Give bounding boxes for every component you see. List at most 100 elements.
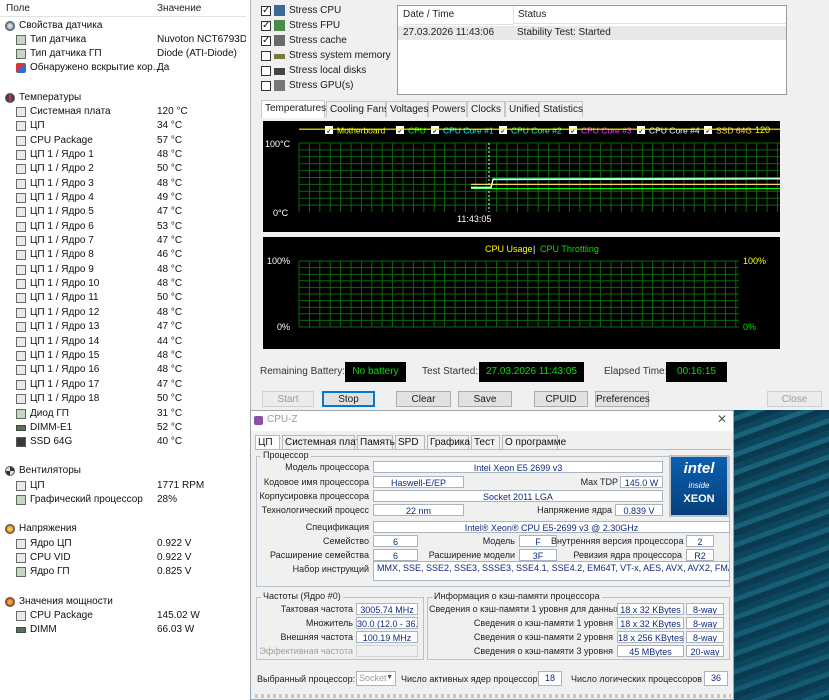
stress-checkbox[interactable] (261, 66, 271, 76)
legend-item[interactable]: ✓ CPU Core #1 (431, 126, 494, 136)
column-field-header[interactable]: Поле (6, 3, 30, 14)
sensor-row[interactable]: DIMM 66.03 W (0, 623, 246, 637)
voltage-icon (5, 524, 15, 534)
sensor-row[interactable]: Графический процессор 28% (0, 493, 246, 507)
sensor-row[interactable]: ЦП 1771 RPM (0, 479, 246, 493)
cpuz-tab[interactable]: Память (357, 435, 395, 449)
sensor-group-row[interactable]: Вентиляторы (0, 464, 246, 478)
clear-button[interactable]: Clear (396, 391, 451, 407)
sensor-row[interactable]: ЦП 1 / Ядро 14 44 °C (0, 335, 246, 349)
graph-tab[interactable]: Unified (505, 101, 540, 117)
sensor-row[interactable]: DIMM-E1 52 °C (0, 421, 246, 435)
sensor-row[interactable]: ЦП 1 / Ядро 11 50 °C (0, 291, 246, 305)
preferences-button[interactable]: Preferences (595, 391, 650, 407)
sensor-row[interactable]: Ядро ГП 0.825 V (0, 565, 246, 579)
sensor-group-row[interactable]: Напряжения (0, 522, 246, 536)
processor-select[interactable]: Socket ▼ (356, 671, 396, 686)
sensor-row[interactable]: Обнаружено вскрытие кор... Да (0, 61, 246, 75)
graph-tab[interactable]: Cooling Fans (326, 101, 389, 117)
sensor-row[interactable]: ЦП 1 / Ядро 12 48 °C (0, 306, 246, 320)
graph-tab[interactable]: Statistics (539, 101, 583, 117)
cpuz-tab[interactable]: Системная плата (282, 435, 366, 449)
sensor-group-row[interactable]: Температуры (0, 91, 246, 105)
cache-size: 18 x 32 KBytes (617, 617, 684, 629)
sensor-row[interactable]: ЦП 1 / Ядро 16 48 °C (0, 363, 246, 377)
sensor-label: Значения мощности (19, 596, 113, 607)
sensor-row[interactable]: ЦП 1 / Ядро 8 46 °C (0, 248, 246, 262)
log-date-cell[interactable]: 27.03.2026 11:43:06 (403, 26, 494, 40)
log-status-cell[interactable]: Stability Test: Started (517, 26, 611, 40)
sensor-row[interactable]: CPU Package 145.02 W (0, 609, 246, 623)
stress-checkbox[interactable] (261, 4, 271, 18)
save-button[interactable]: Save (458, 391, 512, 407)
cpuz-title-bar[interactable]: CPU-Z ✕ (251, 411, 733, 431)
close-button[interactable]: Close (767, 391, 822, 407)
cpu-icon (16, 481, 26, 491)
start-button[interactable]: Start (262, 391, 314, 407)
cpuz-tab[interactable]: ЦП (255, 435, 280, 449)
log-date-header[interactable]: Date / Time (403, 6, 513, 25)
sensor-row[interactable]: ЦП 1 / Ядро 5 47 °C (0, 205, 246, 219)
graph-tab[interactable]: Voltages (386, 101, 428, 117)
sensor-row[interactable]: ЦП 1 / Ядро 13 47 °C (0, 320, 246, 334)
sensor-row[interactable]: ЦП 1 / Ядро 18 50 °C (0, 392, 246, 406)
cpuz-window: CPU-Z ✕ ЦП Системная плата Память SPD График… (250, 410, 734, 700)
stop-button[interactable]: Stop (322, 391, 375, 407)
sensor-row[interactable]: ЦП 1 / Ядро 7 47 °C (0, 234, 246, 248)
sensor-row[interactable]: CPU VID 0.922 V (0, 551, 246, 565)
extmodel-value: 3F (519, 549, 557, 561)
sensor-group-row[interactable]: Свойства датчика (0, 19, 246, 33)
sensor-row[interactable]: Тип датчика Nuvoton NCT6793D/55 (0, 33, 246, 47)
graph-tab[interactable]: Temperatures (261, 100, 326, 118)
stress-checkbox[interactable] (261, 51, 271, 61)
sensor-row[interactable]: SSD 64G 40 °C (0, 435, 246, 449)
sensor-group-icon (5, 21, 15, 31)
sensor-row[interactable]: ЦП 34 °C (0, 119, 246, 133)
cpu-icon (16, 164, 26, 174)
status-log-table[interactable]: Date / Time Status 27.03.2026 11:43:06 S… (397, 5, 787, 95)
stress-label: Stress FPU (289, 20, 341, 31)
sensor-row[interactable]: CPU Package 57 °C (0, 134, 246, 148)
sensor-row[interactable]: ЦП 1 / Ядро 9 48 °C (0, 263, 246, 277)
close-icon[interactable]: ✕ (717, 412, 727, 426)
stress-checkbox[interactable] (261, 19, 271, 33)
sensor-row[interactable]: ЦП 1 / Ядро 3 48 °C (0, 177, 246, 191)
graph-tab[interactable]: Clocks (467, 101, 505, 117)
sensor-row[interactable]: Системная плата 120 °C (0, 105, 246, 119)
cpuz-tab[interactable]: SPD (395, 435, 425, 449)
graph-tab[interactable]: Powers (428, 101, 467, 117)
cpuid-button[interactable]: CPUID (534, 391, 588, 407)
legend-item[interactable]: ✓ CPU (396, 126, 426, 136)
cpuz-tab[interactable]: Графика (427, 435, 470, 449)
y-tick-label-right: 0% (743, 322, 756, 332)
sensor-row[interactable]: ЦП 1 / Ядро 2 50 °C (0, 162, 246, 176)
cpuz-tab[interactable]: Тест (471, 435, 500, 449)
sensor-row[interactable]: ЦП 1 / Ядро 17 47 °C (0, 378, 246, 392)
cpu-icon (16, 121, 26, 131)
sensor-row[interactable]: ЦП 1 / Ядро 6 53 °C (0, 220, 246, 234)
legend-item[interactable]: ✓ CPU Core #3 (569, 126, 632, 136)
motherboard-icon (16, 107, 26, 117)
clocks-group-title: Частоты (Ядро #0) (261, 591, 343, 601)
sensor-row[interactable]: ЦП 1 / Ядро 10 48 °C (0, 277, 246, 291)
legend-item[interactable]: ✓ CPU Core #2 (499, 126, 562, 136)
sensor-group-row[interactable]: Значения мощности (0, 595, 246, 609)
legend-item[interactable]: ✓ SSD 64G (704, 126, 752, 136)
sensor-value: 0.825 V (157, 566, 192, 577)
stress-checkbox[interactable] (261, 81, 271, 91)
sensor-row[interactable]: ЦП 1 / Ядро 15 48 °C (0, 349, 246, 363)
legend-item[interactable]: ✓ Motherboard (325, 126, 385, 136)
stress-checkbox[interactable] (261, 34, 271, 48)
sensor-row[interactable]: ЦП 1 / Ядро 1 48 °C (0, 148, 246, 162)
sensor-row[interactable]: Ядро ЦП 0.922 V (0, 537, 246, 551)
cpuz-tab[interactable]: О программе (502, 435, 566, 449)
legend-item[interactable]: ✓ CPU Core #4 (637, 126, 700, 136)
processor-select-value: Socket (359, 673, 387, 683)
sensor-value: 48 °C (157, 307, 183, 318)
column-value-header[interactable]: Значение (157, 3, 201, 14)
sensor-row[interactable]: Тип датчика ГП Diode (ATI-Diode) (0, 47, 246, 61)
log-status-header[interactable]: Status (513, 6, 786, 24)
sensor-row[interactable]: Диод ГП 31 °C (0, 407, 246, 421)
sensor-row[interactable]: ЦП 1 / Ядро 4 49 °C (0, 191, 246, 205)
sensor-value: 47 °C (157, 379, 183, 390)
